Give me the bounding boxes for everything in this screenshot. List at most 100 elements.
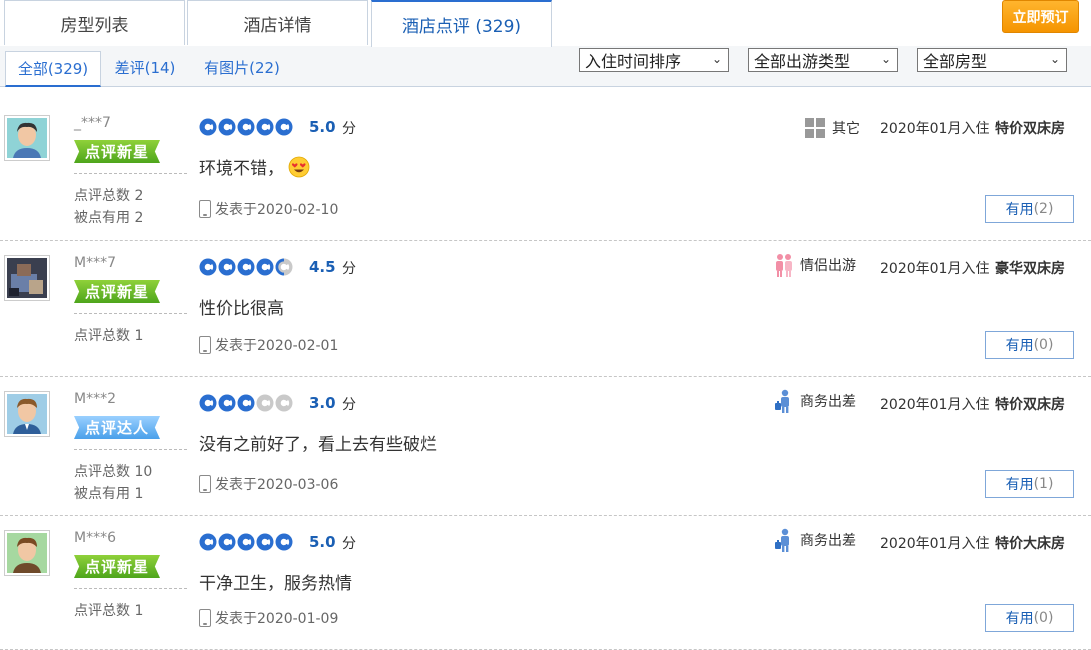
trip-type: 商务出差: [774, 528, 856, 552]
reviewer-name: M***7: [74, 255, 116, 271]
filter-tab-with-photos-label: 有图片(22): [204, 58, 280, 77]
reviewer-name: M***6: [74, 530, 116, 546]
helpful-count: 被点有用 2: [74, 210, 144, 226]
useful-button-label: 有用: [1005, 611, 1034, 627]
trip-type-select[interactable]: 全部出游类型 ⌄: [748, 48, 898, 72]
filter-tab-all[interactable]: 全部(329): [5, 51, 101, 87]
posted-date-text: 发表于2020-01-09: [215, 611, 339, 627]
rating-star-full: [237, 258, 255, 276]
useful-button-label: 有用: [1005, 338, 1034, 354]
review-item: M***7 点评新星 点评总数 1 4.5 分 性价比很高 发表于2020-02…: [0, 241, 1091, 377]
rating-score: 4.5: [309, 258, 336, 276]
filter-tab-all-label: 全部(329): [17, 60, 89, 78]
filter-tab-negative-label: 差评(14): [114, 58, 176, 77]
useful-button[interactable]: 有用 (2): [985, 195, 1074, 223]
user-info-divider: [74, 313, 187, 314]
reviewer-level-badge: 点评新星: [74, 280, 160, 303]
room-type: 特价大床房: [995, 536, 1065, 552]
mobile-phone-icon: [199, 609, 211, 627]
posted-date: 发表于2020-01-09: [199, 608, 338, 628]
trip-type-label: 情侣出游: [800, 258, 856, 274]
rating-star-half: [275, 258, 293, 276]
rating-star-full: [218, 394, 236, 412]
review-count: 点评总数 1: [74, 328, 144, 344]
couple-trip-icon: [776, 254, 792, 277]
review-content: 干净卫生，服务热情: [199, 569, 352, 594]
rating-score-unit: 分: [342, 121, 356, 137]
posted-date-text: 发表于2020-03-06: [215, 477, 339, 493]
useful-button[interactable]: 有用 (0): [985, 331, 1074, 359]
room-type: 特价双床房: [995, 121, 1065, 137]
tab-hotel-details[interactable]: 酒店详情: [187, 0, 368, 45]
room-type: 豪华双床房: [995, 261, 1065, 277]
room-type-select-value: 全部房型: [923, 52, 988, 71]
room-type-select[interactable]: 全部房型 ⌄: [917, 48, 1067, 72]
rating-stars: [199, 394, 293, 412]
rating-star-full: [256, 258, 274, 276]
trip-type-select-value: 全部出游类型: [754, 52, 851, 71]
useful-button-label: 有用: [1005, 202, 1034, 218]
trip-type: 情侣出游: [774, 253, 856, 277]
tab-room-list[interactable]: 房型列表: [4, 0, 185, 45]
rating-star-full: [275, 533, 293, 551]
useful-button[interactable]: 有用 (1): [985, 470, 1074, 498]
filter-tab-negative[interactable]: 差评(14): [104, 51, 186, 83]
posted-date: 发表于2020-02-10: [199, 199, 338, 219]
user-info-divider: [74, 173, 187, 174]
trip-type: 其它: [804, 117, 860, 139]
sort-select-value: 入住时间排序: [585, 52, 682, 71]
rating-star-empty: [256, 394, 274, 412]
rating-star-full: [256, 533, 274, 551]
useful-button[interactable]: 有用 (0): [985, 604, 1074, 632]
rating-score-unit: 分: [342, 536, 356, 552]
avatar[interactable]: [4, 115, 50, 161]
mobile-phone-icon: [199, 336, 211, 354]
review-content: 环境不错，: [199, 154, 310, 179]
reviewer-name: M***2: [74, 391, 116, 407]
review-count: 点评总数 1: [74, 603, 144, 619]
filter-tab-with-photos[interactable]: 有图片(22): [190, 51, 294, 83]
rating-star-full: [218, 533, 236, 551]
avatar[interactable]: [4, 530, 50, 576]
review-count: 点评总数 10: [74, 464, 153, 480]
rating-star-full: [237, 533, 255, 551]
rating-star-full: [199, 533, 217, 551]
posted-date-text: 发表于2020-02-01: [215, 338, 339, 354]
review-count: 点评总数 2: [74, 188, 144, 204]
rating-score: 3.0: [309, 394, 336, 412]
review-content: 性价比很高: [199, 294, 284, 319]
business-trip-icon: [775, 389, 789, 413]
chevron-down-icon: ⌄: [880, 52, 891, 66]
book-now-button[interactable]: 立即预订: [1002, 0, 1079, 33]
tab-hotel-details-label: 酒店详情: [243, 15, 312, 36]
rating-score-unit: 分: [342, 397, 356, 413]
rating-star-full: [199, 118, 217, 136]
useful-button-count: (0): [1033, 337, 1054, 353]
checkin-date: 2020年01月入住: [880, 536, 990, 552]
chevron-down-icon: ⌄: [711, 52, 722, 66]
rating-score: 5.0: [309, 533, 336, 551]
checkin-date: 2020年01月入住: [880, 261, 990, 277]
rating-star-full: [237, 118, 255, 136]
reviewer-level-badge: 点评新星: [74, 555, 160, 578]
avatar[interactable]: [4, 255, 50, 301]
rating-star-empty: [275, 394, 293, 412]
sort-select[interactable]: 入住时间排序 ⌄: [579, 48, 729, 72]
avatar[interactable]: [4, 391, 50, 437]
useful-button-count: (1): [1033, 476, 1054, 492]
tab-hotel-reviews-label: 酒店点评 (329): [401, 17, 522, 37]
reviewer-name: _***7: [74, 115, 111, 131]
useful-button-label: 有用: [1005, 477, 1034, 493]
review-item: M***6 点评新星 点评总数 1 5.0 分 干净卫生，服务热情 发表于202…: [0, 516, 1091, 650]
review-text: 干净卫生，服务热情: [199, 574, 352, 594]
reviewer-level-badge: 点评新星: [74, 140, 160, 163]
tab-hotel-reviews[interactable]: 酒店点评 (329): [371, 0, 552, 47]
mobile-phone-icon: [199, 200, 211, 218]
checkin-date: 2020年01月入住: [880, 121, 990, 137]
business-trip-icon: [775, 528, 789, 552]
user-info-divider: [74, 588, 187, 589]
rating-star-full: [199, 258, 217, 276]
rating-score: 5.0: [309, 118, 336, 136]
mobile-phone-icon: [199, 475, 211, 493]
rating-star-full: [256, 118, 274, 136]
